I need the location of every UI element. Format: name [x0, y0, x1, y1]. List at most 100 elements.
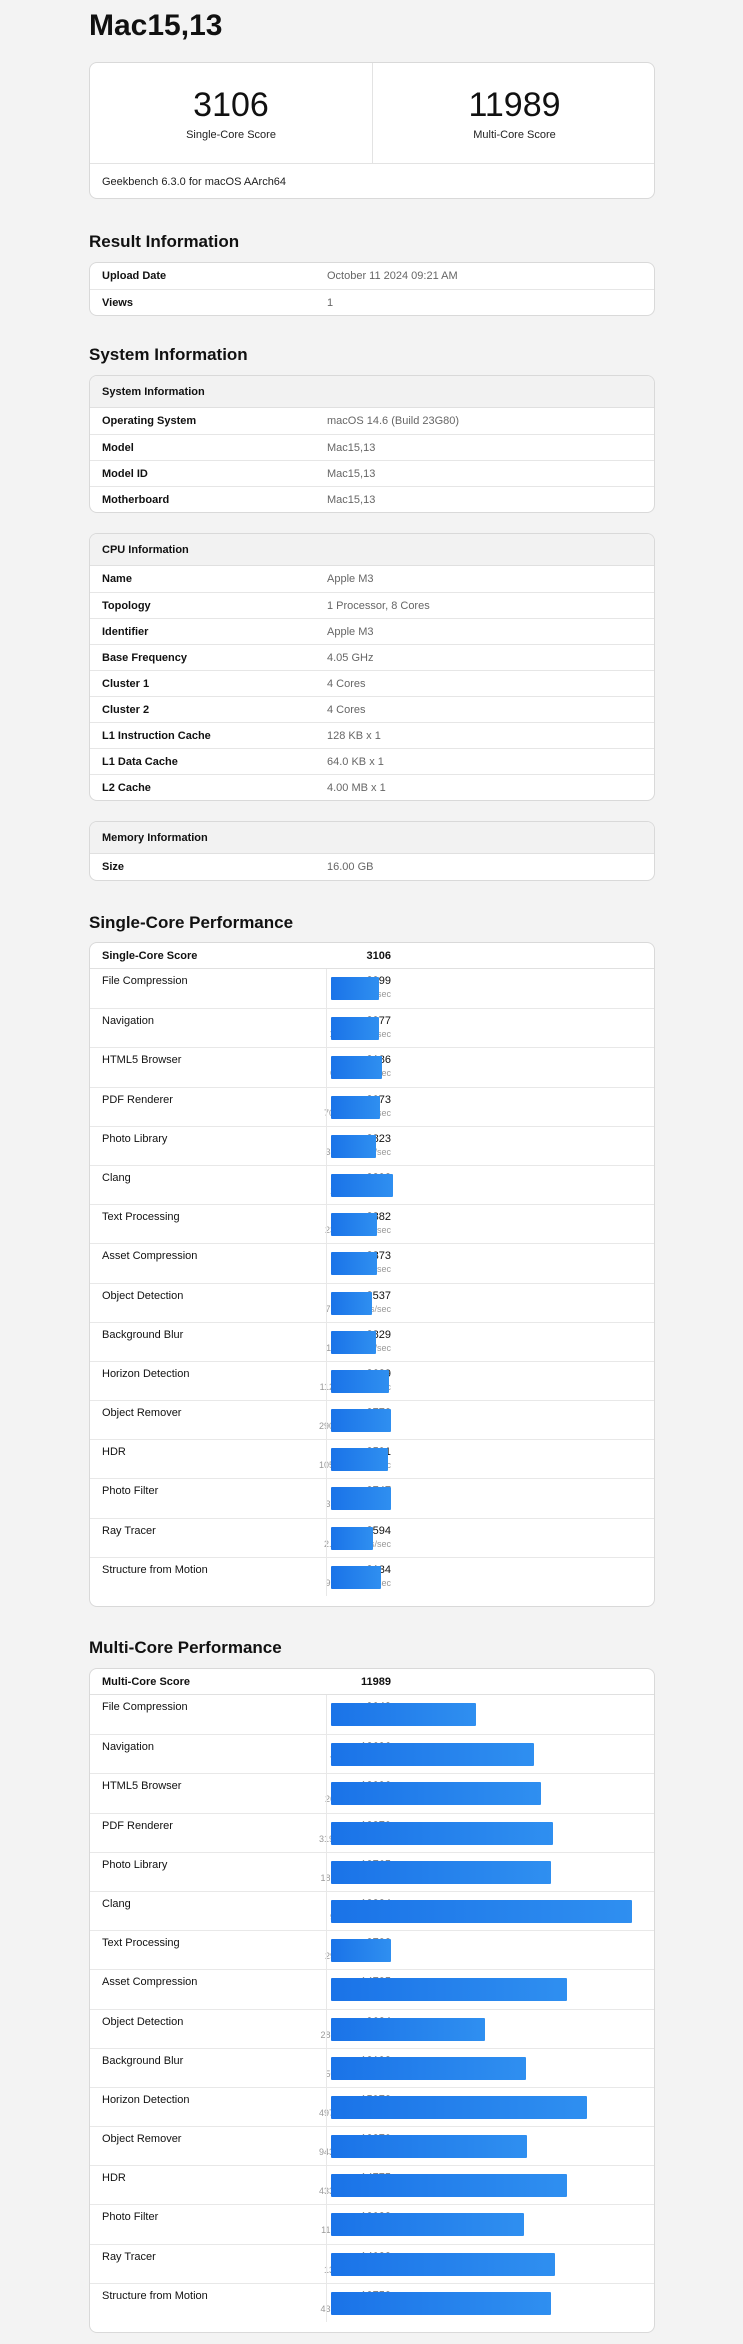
score-bar-cell	[326, 1401, 654, 1440]
benchmark-row: Clang1882492.7 Klines/sec	[90, 1890, 654, 1931]
multi-core-title: Multi-Core Performance	[89, 1638, 282, 1657]
score-bar-cell	[326, 1205, 654, 1244]
score-bar-cell	[326, 1126, 654, 1165]
benchmark-name: Photo Library	[102, 1858, 168, 1871]
kv-row-l1-instruction-cache: L1 Instruction Cache 128 KB x 1	[90, 722, 654, 748]
score-bar	[331, 2174, 567, 2198]
score-bar	[331, 977, 379, 1000]
kv-row-model: Model Mac15,13	[90, 434, 654, 460]
score-bar	[331, 1173, 393, 1197]
single-core-table: Single-Core Score 3106 File Compression2…	[89, 942, 655, 1607]
benchmark-row: Text Processing2882230.8 pages/sec	[90, 1204, 654, 1244]
score-bar-cell	[326, 1244, 654, 1283]
score-bar-cell	[326, 1322, 654, 1361]
multi-core-score-label: Multi-Core Score	[473, 129, 556, 141]
multi-core-table: Multi-Core Score 11989 File Compression9…	[89, 1668, 655, 2333]
benchmark-name: Clang	[102, 1171, 131, 1184]
benchmark-name: Structure from Motion	[102, 2289, 208, 2302]
benchmark-row: File Compression90431.27 GB/sec	[90, 1695, 654, 1735]
benchmark-row: Object Remover12270943.4 Mpixels/sec	[90, 2126, 654, 2166]
score-bar-cell	[326, 2283, 654, 2322]
kv-value: Mac15,13	[327, 494, 376, 506]
kv-value: Apple M3	[327, 626, 374, 638]
kv-value: 16.00 GB	[327, 861, 374, 873]
kv-value: 4.00 MB x 1	[327, 782, 386, 794]
benchmark-row: Ray Tracer1402313.6 Mpixels/sec	[90, 2243, 654, 2283]
kv-key: Views	[102, 297, 133, 309]
single-core-score-cell: 3106 Single-Core Score	[90, 63, 373, 163]
perf-header-score: 3106	[366, 950, 391, 962]
benchmark-name: Background Blur	[102, 1328, 184, 1341]
score-bar-cell	[326, 1479, 654, 1518]
kv-value: October 11 2024 09:21 AM	[327, 270, 458, 282]
score-bar	[331, 2291, 551, 2315]
kv-key: Identifier	[102, 626, 149, 638]
benchmark-row: Photo Library282338.3 images/sec	[90, 1125, 654, 1165]
score-bar-cell	[326, 1931, 654, 1970]
score-bar-cell	[326, 1009, 654, 1048]
score-bar	[331, 1978, 567, 2002]
perf-header-label: Multi-Core Score	[102, 1676, 191, 1688]
benchmark-name: Navigation	[102, 1741, 154, 1754]
benchmark-name: HTML5 Browser	[102, 1054, 182, 1067]
score-bar-cell	[326, 1735, 654, 1774]
benchmark-name: Photo Library	[102, 1132, 168, 1145]
benchmark-name: Background Blur	[102, 2054, 184, 2067]
benchmark-row: Background Blur1219850.5 images/sec	[90, 2047, 654, 2087]
result-info-title: Result Information	[89, 232, 240, 251]
kv-key: L2 Cache	[102, 782, 151, 794]
score-bar	[331, 2056, 526, 2080]
benchmark-name: Photo Filter	[102, 2211, 159, 2224]
benchmark-name: Horizon Detection	[102, 2093, 190, 2106]
benchmark-row: HTML5 Browser318665.2 pages/sec	[90, 1047, 654, 1087]
score-bar	[331, 1213, 377, 1237]
score-bar-cell	[326, 1440, 654, 1479]
benchmark-row: Asset Compression14735456.6 MB/sec	[90, 1969, 654, 2009]
score-bar-cell	[326, 1891, 654, 1931]
kv-row-upload-date: Upload Date October 11 2024 09:21 AM	[90, 263, 654, 289]
score-bar	[331, 1448, 388, 1472]
benchmark-name: Object Detection	[102, 1289, 184, 1302]
score-bar	[331, 1291, 372, 1315]
benchmark-name: HDR	[102, 1446, 126, 1459]
score-bar-cell	[326, 1774, 654, 1813]
benchmark-row: Structure from Motion13753435.4 Kpixels/…	[90, 2282, 654, 2322]
benchmark-row: HDR14775433.6 Mpixels/sec	[90, 2165, 654, 2205]
kv-row-operating-system: Operating System macOS 14.6 (Build 23G80…	[90, 408, 654, 434]
table-heading-label: CPU Information	[102, 544, 189, 556]
kv-value: macOS 14.6 (Build 23G80)	[327, 415, 460, 427]
score-bar	[331, 1017, 379, 1041]
kv-row-model-id: Model ID Mac15,13	[90, 460, 654, 486]
kv-row-identifier: Identifier Apple M3	[90, 618, 654, 644]
score-bar-cell	[326, 1557, 654, 1596]
kv-key: L1 Data Cache	[102, 756, 178, 768]
kv-row-l2-cache: L2 Cache 4.00 MB x 1	[90, 774, 654, 800]
kv-row-base-frequency: Base Frequency 4.05 GHz	[90, 644, 654, 670]
single-core-title: Single-Core Performance	[89, 913, 294, 932]
score-bar	[331, 1369, 389, 1393]
benchmark-row: Asset Compression287389.0 MB/sec	[90, 1243, 654, 1283]
score-bar-cell	[326, 969, 654, 1009]
benchmark-row: Photo Filter12083119.9 images/sec	[90, 2204, 654, 2244]
score-bar	[331, 1860, 551, 1884]
kv-row-memory-size: Size 16.00 GB	[90, 854, 654, 880]
result-info-table: Upload Date October 11 2024 09:21 AM Vie…	[89, 262, 655, 316]
score-bar	[331, 1134, 376, 1158]
score-bar	[331, 1526, 373, 1550]
benchmark-name: Object Remover	[102, 2133, 182, 2146]
kv-key: Model	[102, 442, 134, 454]
benchmark-row: Navigation1269676.5 routes/sec	[90, 1734, 654, 1774]
score-bar-cell	[326, 1813, 654, 1852]
benchmark-row: Object Detection253775.9 images/sec	[90, 1282, 654, 1322]
score-bar-cell	[326, 2205, 654, 2244]
benchmark-name: Ray Tracer	[102, 2250, 156, 2263]
score-summary-card: 3106 Single-Core Score 11989 Multi-Core …	[89, 62, 655, 199]
kv-value: 1 Processor, 8 Cores	[327, 600, 430, 612]
benchmark-row: PDF Renderer307370.9 Mpixels/sec	[90, 1086, 654, 1126]
score-bar	[331, 2095, 587, 2119]
score-bar	[331, 1565, 381, 1589]
benchmark-row: Background Blur282911.7 images/sec	[90, 1321, 654, 1361]
benchmark-row: Horizon Detection15972497.0 Mpixels/sec	[90, 2086, 654, 2127]
single-core-score-value: 3106	[193, 86, 269, 124]
score-bar	[331, 1743, 534, 1767]
